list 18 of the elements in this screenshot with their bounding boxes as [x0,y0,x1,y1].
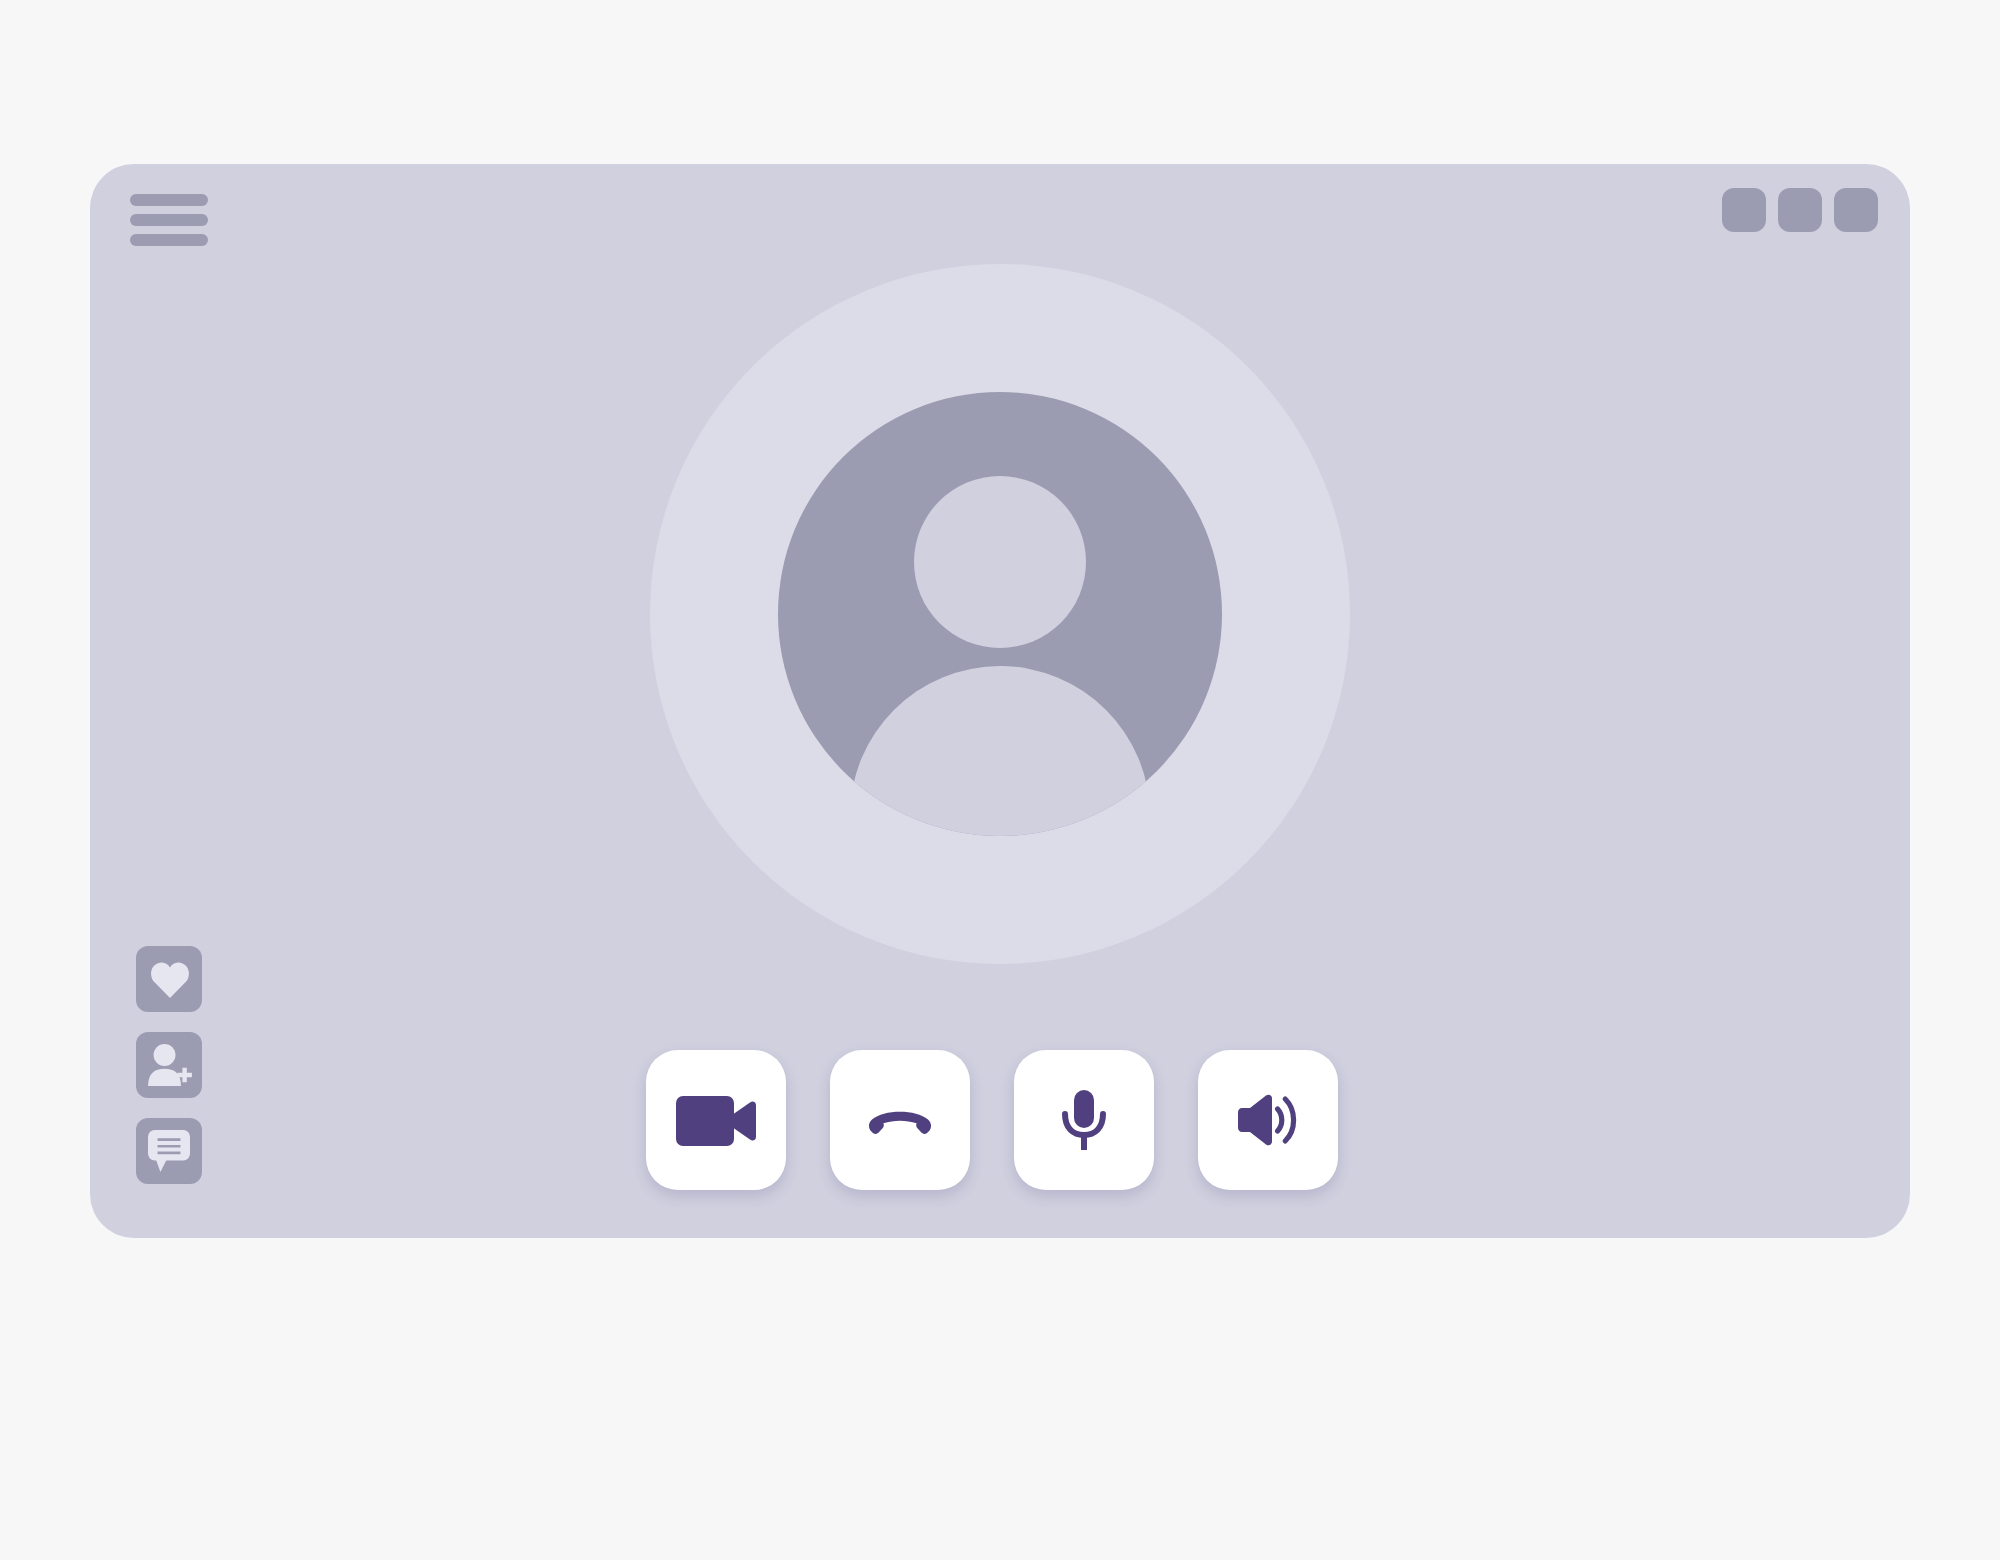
speaker-icon [1238,1094,1298,1146]
chat-bubble-icon [148,1130,190,1172]
window-control-button[interactable] [1722,188,1766,232]
chat-button[interactable] [136,1118,202,1184]
video-camera-button[interactable] [646,1050,786,1190]
phone-handset-icon [868,1107,932,1133]
add-contact-button[interactable] [136,1032,202,1098]
like-button[interactable] [136,946,202,1012]
heart-icon [149,961,189,997]
hang-up-button[interactable] [830,1050,970,1190]
window-control-button[interactable] [1834,188,1878,232]
microphone-button[interactable] [1014,1050,1154,1190]
menu-icon[interactable] [130,194,208,246]
speaker-button[interactable] [1198,1050,1338,1190]
window-control-button[interactable] [1778,188,1822,232]
video-camera-icon [676,1095,756,1145]
add-person-icon [147,1044,191,1086]
microphone-icon [1062,1090,1106,1150]
